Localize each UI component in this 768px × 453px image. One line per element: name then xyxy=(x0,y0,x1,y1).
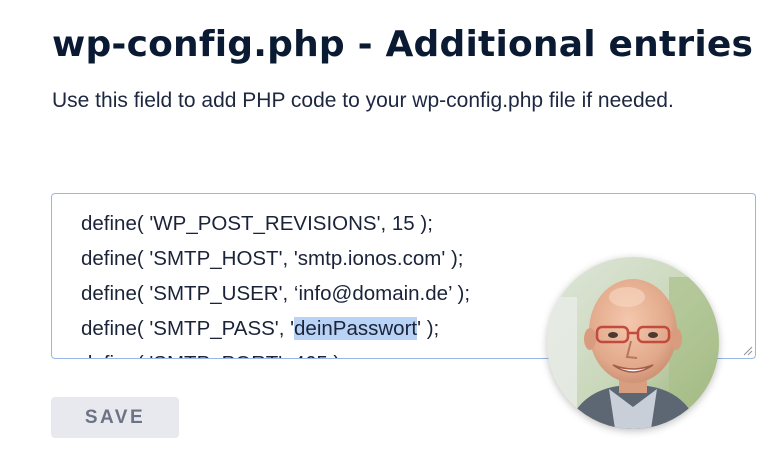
code-line: define( 'SMTP_HOST', 'smtp.ionos.com' ); xyxy=(81,247,464,270)
code-line-prefix: define( 'SMTP_PASS', ' xyxy=(81,317,295,340)
save-button[interactable]: SAVE xyxy=(51,397,179,438)
code-lines: define( 'WP_POST_REVISIONS', 15 ); defin… xyxy=(81,206,471,358)
selected-text: deinPasswort xyxy=(294,317,418,340)
code-line: define( 'SMTP_PASS', 'deinPasswort' ); xyxy=(81,311,470,346)
resize-handle-icon[interactable] xyxy=(741,344,753,356)
page-description: Use this field to add PHP code to your w… xyxy=(52,89,674,112)
code-line-suffix: ' ); xyxy=(417,317,440,340)
code-line: define( 'SMTP_PORT', 465 ); xyxy=(81,346,470,358)
code-line: define( 'SMTP_USER', ‘info@domain.de’ ); xyxy=(81,282,471,305)
author-photo xyxy=(547,257,719,429)
page-title: wp-config.php - Additional entries xyxy=(52,24,754,65)
code-line: define( 'WP_POST_REVISIONS', 15 ); xyxy=(81,212,433,235)
avatar xyxy=(547,257,719,429)
